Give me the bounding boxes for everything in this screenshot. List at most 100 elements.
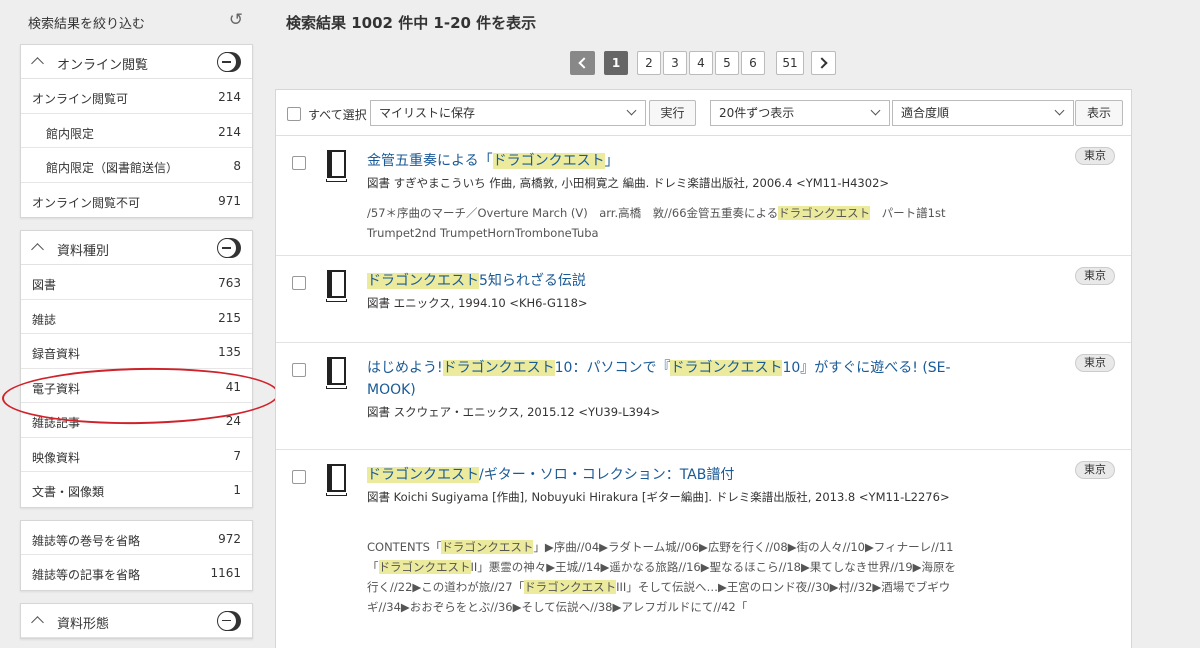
filter-label: オンライン閲覧不可: [32, 195, 141, 210]
toggle-icon[interactable]: [217, 52, 241, 72]
filter-row[interactable]: 館内限定（図書館送信） 8: [21, 148, 252, 183]
filter-row[interactable]: 雑誌等の巻号を省略 972: [21, 521, 252, 555]
filter-panel-omit: 雑誌等の巻号を省略 972 雑誌等の記事を省略 1161: [20, 519, 253, 591]
filter-row[interactable]: 雑誌記事 24: [21, 403, 252, 438]
filter-count: 215: [218, 310, 241, 325]
result-contents: /57＊序曲のマーチ／Overture March (V) arr.高橋 敦//…: [367, 206, 946, 240]
filter-row[interactable]: オンライン閲覧不可 971: [21, 183, 252, 218]
filter-count: 135: [218, 345, 241, 359]
result-item: ドラゴンクエスト5知られざる伝説 図書 エニックス, 1994.10 <KH6-…: [276, 256, 1131, 343]
filter-panel-material-form: 資料形態: [20, 602, 253, 639]
sort-value: 適合度順: [901, 106, 950, 120]
filter-row[interactable]: 雑誌 215: [21, 300, 252, 334]
filter-label: 館内限定（図書館送信）: [46, 161, 179, 175]
reset-icon[interactable]: ↺: [227, 11, 245, 29]
result-title-link[interactable]: はじめよう!ドラゴンクエスト10：パソコンで『ドラゴンクエスト10』がすぐに遊べ…: [367, 357, 967, 401]
display-button[interactable]: 表示: [1075, 100, 1123, 126]
filter-count: 24: [225, 414, 241, 428]
book-icon: [324, 357, 348, 389]
page-button[interactable]: 4: [689, 51, 713, 75]
filter-count: 8: [233, 159, 241, 173]
filter-count: 214: [218, 90, 241, 104]
book-icon: [324, 464, 348, 496]
location-badge: 東京: [1075, 461, 1115, 479]
filter-label: 電子資料: [32, 381, 81, 396]
toggle-icon[interactable]: [217, 238, 241, 258]
per-page-select[interactable]: 20件ずつ表示: [710, 100, 890, 126]
mylist-select-value: マイリストに保存: [379, 106, 476, 120]
result-item: 金管五重奏による「ドラゴンクエスト」 図書 すぎやまこういち 作曲, 高橋敦, …: [276, 136, 1131, 256]
result-summary: 検索結果 1002 件中 1-20 件を表示: [286, 14, 537, 32]
location-badge: 東京: [1075, 354, 1115, 372]
sidebar-title: 検索結果を絞り込む: [28, 17, 146, 32]
filter-row[interactable]: 館内限定 214: [21, 114, 252, 148]
filter-label: 映像資料: [32, 450, 81, 465]
page-button[interactable]: 2: [637, 51, 661, 75]
filter-row[interactable]: 電子資料 41: [21, 369, 252, 403]
sidebar-header: 検索結果を絞り込む ↺: [20, 0, 253, 44]
filter-row[interactable]: 映像資料 7: [21, 438, 252, 472]
filter-label: 図書: [32, 278, 57, 292]
result-meta: 図書 スクウェア・エニックス, 2015.12 <YU39-L394>: [367, 405, 661, 419]
chevron-up-icon: [31, 243, 44, 256]
page-button[interactable]: 1: [604, 51, 628, 75]
panel-header[interactable]: 資料種別: [21, 231, 252, 265]
book-icon: [324, 270, 348, 302]
filter-count: 7: [233, 448, 241, 463]
filter-label: 録音資料: [32, 347, 81, 361]
result-item: はじめよう!ドラゴンクエスト10：パソコンで『ドラゴンクエスト10』がすぐに遊べ…: [276, 343, 1131, 450]
book-icon: [324, 150, 348, 182]
result-title-link[interactable]: ドラゴンクエスト5知られざる伝説: [367, 270, 967, 292]
filter-row[interactable]: オンライン閲覧可 214: [21, 79, 252, 114]
results-toolbar: すべて選択 マイリストに保存 実行 20件ずつ表示 適合度順 表示: [276, 90, 1131, 136]
filter-label: 館内限定: [46, 126, 95, 141]
mylist-select[interactable]: マイリストに保存: [370, 100, 646, 126]
filter-label: 雑誌等の巻号を省略: [32, 533, 141, 548]
filter-row[interactable]: 雑誌等の記事を省略 1161: [21, 555, 252, 590]
chevron-right-icon: [816, 57, 828, 69]
result-title-link[interactable]: ドラゴンクエスト/ギター・ソロ・コレクション：TAB譜付: [367, 464, 967, 486]
toggle-icon[interactable]: [217, 610, 241, 631]
panel-header[interactable]: 資料形態: [21, 604, 252, 638]
sort-select[interactable]: 適合度順: [892, 100, 1074, 126]
chevron-left-icon: [578, 57, 590, 69]
execute-button[interactable]: 実行: [649, 100, 696, 126]
page-button[interactable]: 6: [741, 51, 765, 75]
result-checkbox[interactable]: [292, 363, 306, 377]
filter-count: 971: [218, 193, 241, 208]
result-item: ドラゴンクエスト/ギター・ソロ・コレクション：TAB譜付 図書 Koichi S…: [276, 450, 1131, 648]
panel-header[interactable]: オンライン閲覧: [21, 45, 252, 79]
select-all-label: すべて選択: [308, 108, 367, 122]
prev-page-button[interactable]: [570, 51, 595, 75]
page-button[interactable]: 3: [663, 51, 687, 75]
filter-row[interactable]: 図書 763: [21, 265, 252, 300]
panel-title: オンライン閲覧: [57, 58, 149, 73]
select-all-checkbox[interactable]: [287, 107, 301, 121]
result-meta: 図書 エニックス, 1994.10 <KH6-G118>: [367, 296, 588, 310]
result-title-link[interactable]: 金管五重奏による「ドラゴンクエスト」: [367, 150, 967, 172]
result-meta: 図書 すぎやまこういち 作曲, 高橋敦, 小田桐寛之 編曲. ドレミ楽譜出版社,…: [367, 176, 890, 190]
filter-count: 41: [225, 379, 241, 394]
result-meta: 図書 Koichi Sugiyama [作曲], Nobuyuki Hiraku…: [367, 490, 950, 504]
page-button[interactable]: 51: [776, 51, 804, 75]
page-button[interactable]: 5: [715, 51, 739, 75]
results-panel: すべて選択 マイリストに保存 実行 20件ずつ表示 適合度順 表示 金管五重奏に…: [275, 89, 1132, 648]
filter-count: 763: [218, 276, 241, 290]
filter-row[interactable]: 文書・図像類 1: [21, 472, 252, 507]
location-badge: 東京: [1075, 147, 1115, 165]
filter-label: オンライン閲覧可: [32, 92, 129, 106]
filter-count: 1161: [210, 566, 241, 580]
filter-row[interactable]: 録音資料 135: [21, 334, 252, 369]
result-checkbox[interactable]: [292, 156, 306, 170]
result-checkbox[interactable]: [292, 276, 306, 290]
result-checkbox[interactable]: [292, 470, 306, 484]
filter-label: 雑誌: [32, 312, 57, 327]
next-page-button[interactable]: [811, 51, 836, 75]
chevron-up-icon: [31, 57, 44, 70]
per-page-value: 20件ずつ表示: [719, 106, 795, 120]
panel-title: 資料形態: [57, 616, 110, 632]
chevron-down-icon: [870, 105, 881, 116]
filter-sidebar: 検索結果を絞り込む ↺ オンライン閲覧 オンライン閲覧可 214 館内限定 21…: [20, 0, 253, 648]
filter-panel-material-type: 資料種別 図書 763 雑誌 215 録音資料 135 電子資料 41 雑誌記事…: [20, 230, 253, 508]
filter-label: 文書・図像類: [32, 485, 105, 499]
